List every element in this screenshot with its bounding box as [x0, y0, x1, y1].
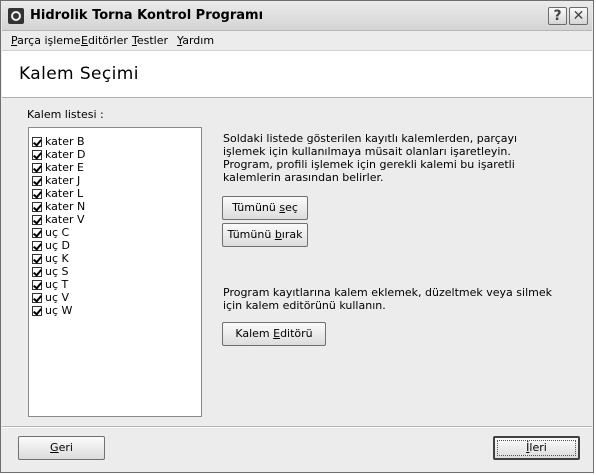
footer-divider — [2, 426, 592, 428]
menu-yardim[interactable]: Yardım — [177, 34, 214, 47]
checkbox[interactable] — [32, 136, 42, 147]
editor-hint-text: Program kayıtlarına kalem eklemek, düzel… — [223, 286, 552, 312]
list-item[interactable]: kater L — [32, 187, 83, 200]
menu-editorler[interactable]: Editörler — [81, 34, 128, 47]
checkbox[interactable] — [32, 253, 42, 264]
back-button[interactable]: Geri — [18, 436, 105, 460]
list-item[interactable]: kater J — [32, 174, 80, 187]
checkbox[interactable] — [32, 305, 42, 316]
checkbox[interactable] — [32, 162, 42, 173]
list-item[interactable]: kater D — [32, 148, 86, 161]
checkbox[interactable] — [32, 214, 42, 225]
list-item[interactable]: uç K — [32, 252, 69, 265]
menu-testler[interactable]: Testler — [132, 34, 168, 47]
list-item[interactable]: uç V — [32, 291, 69, 304]
main-window: Hidrolik Torna Kontrol Programı ? ✕ Parç… — [0, 0, 594, 473]
tool-list-caption: Kalem listesi : — [27, 108, 104, 121]
deselect-all-button[interactable]: Tümünü bırak — [222, 223, 308, 247]
list-item[interactable]: uç W — [32, 304, 72, 317]
checkbox[interactable] — [32, 188, 42, 199]
title-bar[interactable]: Hidrolik Torna Kontrol Programı ? ✕ — [2, 2, 592, 31]
app-icon[interactable] — [8, 8, 24, 24]
checkbox[interactable] — [32, 279, 42, 290]
select-all-button[interactable]: Tümünü seç — [222, 196, 308, 220]
close-button[interactable]: ✕ — [569, 7, 588, 25]
list-item[interactable]: uç S — [32, 265, 69, 278]
menu-parca-isleme[interactable]: Parça işleme — [11, 34, 81, 47]
checkbox[interactable] — [32, 201, 42, 212]
checkbox[interactable] — [32, 149, 42, 160]
menu-bar: Parça işleme Editörler Testler Yardım — [2, 32, 592, 51]
header-panel: Kalem Seçimi — [2, 51, 592, 98]
tool-list[interactable]: kater B kater D kater E kater J kater L … — [28, 127, 202, 417]
checkbox[interactable] — [32, 175, 42, 186]
list-item[interactable]: kater E — [32, 161, 84, 174]
list-item[interactable]: uç C — [32, 226, 69, 239]
list-item[interactable]: kater N — [32, 200, 85, 213]
page-title: Kalem Seçimi — [19, 64, 139, 84]
checkbox[interactable] — [32, 292, 42, 303]
instructions-text: Soldaki listede gösterilen kayıtlı kalem… — [223, 132, 518, 184]
tool-editor-button[interactable]: Kalem Editörü — [222, 322, 326, 346]
list-item[interactable]: uç D — [32, 239, 70, 252]
next-button[interactable]: İleri — [493, 436, 580, 460]
checkbox[interactable] — [32, 227, 42, 238]
list-item[interactable]: kater V — [32, 213, 85, 226]
checkbox[interactable] — [32, 240, 42, 251]
checkbox[interactable] — [32, 266, 42, 277]
list-item[interactable]: uç T — [32, 278, 68, 291]
help-button[interactable]: ? — [548, 7, 567, 25]
focus-ring — [497, 440, 576, 456]
window-title: Hidrolik Torna Kontrol Programı — [30, 8, 264, 23]
list-item[interactable]: kater B — [32, 135, 85, 148]
